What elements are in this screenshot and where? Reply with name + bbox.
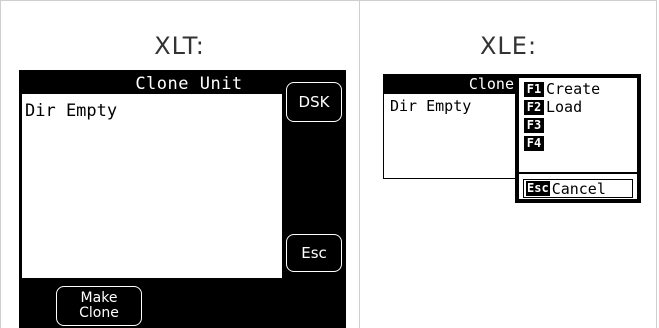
xle-menu-box: F1 Create F2 Load F3 F4 Esc Cancel [518, 77, 638, 200]
f4-key-label: F4 [524, 135, 544, 151]
make-clone-button[interactable]: Make Clone [56, 286, 142, 326]
xlt-screen: Clone Unit Dir Empty DSK Esc Make Clone [19, 70, 346, 328]
cancel-softkey[interactable]: Esc Cancel [523, 179, 633, 198]
esc-button[interactable]: Esc [286, 234, 342, 272]
menu-item-f3[interactable]: F3 [524, 116, 546, 134]
make-clone-label-line2: Clone [79, 305, 119, 321]
dsk-button[interactable]: DSK [286, 82, 342, 122]
f2-key-label: F2 [524, 99, 544, 115]
menu-separator [519, 172, 637, 174]
xle-heading: XLE: [479, 32, 538, 60]
xlt-heading: XLT: [154, 32, 205, 60]
cancel-label: Cancel [551, 179, 606, 198]
f1-key-label: F1 [524, 81, 544, 97]
esc-key-label: Esc [526, 181, 550, 196]
xle-title-bar: Clone [384, 75, 517, 94]
menu-item-f4[interactable]: F4 [524, 134, 546, 152]
menu-item-f2[interactable]: F2 Load [524, 98, 582, 116]
menu-item-f1[interactable]: F1 Create [524, 80, 600, 98]
xlt-directory-list[interactable]: Dir Empty [22, 94, 282, 278]
f3-key-label: F3 [524, 117, 544, 133]
xle-directory-panel: Clone Dir Empty [383, 74, 517, 179]
xlt-list-empty-text: Dir Empty [25, 101, 118, 121]
xle-screen: Clone Dir Empty F1 Create F2 Load F3 F4 [383, 74, 641, 203]
xlt-screen-title: Clone Unit [135, 74, 243, 94]
xle-softkey-menu: F1 Create F2 Load F3 F4 Esc Cancel [515, 74, 641, 203]
menu-item-f1-label: Create [546, 80, 601, 98]
xle-screen-title: Clone [468, 75, 514, 93]
make-clone-label-line1: Make [80, 290, 118, 306]
xle-list-empty-text: Dir Empty [390, 97, 472, 115]
menu-item-f2-label: Load [546, 98, 583, 116]
